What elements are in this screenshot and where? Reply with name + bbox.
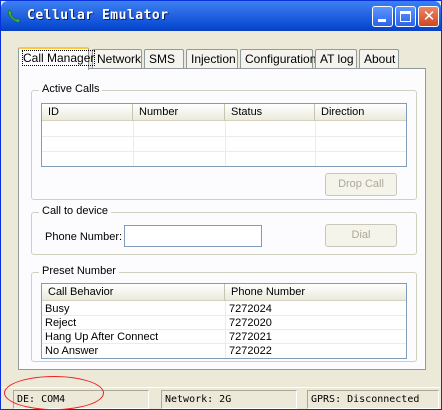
column-header-direction[interactable]: Direction <box>315 104 408 121</box>
close-icon: ✕ <box>422 7 436 25</box>
column-header-id[interactable]: ID <box>42 104 133 121</box>
call-manager-panel: Active Calls ID Number Status Direction … <box>18 68 426 370</box>
phone-number-input[interactable] <box>124 225 262 247</box>
column-header-number[interactable]: Number <box>133 104 225 121</box>
column-header-status[interactable]: Status <box>225 104 315 121</box>
preset-number-cell[interactable]: 7272022 <box>229 344 272 358</box>
tab-configuration[interactable]: Configuration <box>240 49 317 69</box>
tab-call-manager[interactable]: Call Manager <box>18 47 96 70</box>
minimize-icon <box>378 19 386 22</box>
tab-label: Call Manager <box>21 50 96 66</box>
column-header-phone-number[interactable]: Phone Number <box>225 284 408 301</box>
tab-label: SMS <box>149 52 176 66</box>
call-to-device-group: Call to device Phone Number: Dial <box>31 205 417 255</box>
preset-behavior-cell[interactable]: Hang Up After Connect <box>45 330 158 344</box>
grid-line <box>315 121 316 166</box>
tab-label: Network <box>97 52 142 66</box>
tab-label: Configuration <box>245 52 317 66</box>
maximize-button[interactable] <box>395 6 416 27</box>
preset-number-cell[interactable]: 7272024 <box>229 302 272 316</box>
preset-number-header: Call Behavior Phone Number <box>42 284 406 301</box>
tab-about[interactable]: About <box>359 49 399 69</box>
gprs-status: GPRS: Disconnected <box>307 390 439 409</box>
status-bar: DE: COM4 Network: 2G GPRS: Disconnected <box>2 387 440 409</box>
tab-label: About <box>364 52 396 66</box>
preset-number-group: Preset Number Call Behavior Phone Number… <box>31 265 417 362</box>
column-header-call-behavior[interactable]: Call Behavior <box>42 284 225 301</box>
app-window: Cellular Emulator ✕ Call Manager Network… <box>0 0 442 410</box>
preset-behavior-cell[interactable]: Reject <box>45 316 76 330</box>
preset-number-cell[interactable]: 7272020 <box>229 316 272 330</box>
tab-label: Injection <box>191 52 236 66</box>
tab-at-log[interactable]: AT log <box>315 49 357 69</box>
network-status: Network: 2G <box>161 390 297 409</box>
preset-number-title: Preset Number <box>39 265 119 277</box>
preset-behavior-cell[interactable]: Busy <box>45 302 69 316</box>
title-bar[interactable]: Cellular Emulator ✕ <box>1 1 441 31</box>
active-calls-group: Active Calls ID Number Status Direction … <box>31 83 417 200</box>
minimize-button[interactable] <box>372 6 393 27</box>
grid-line <box>42 151 406 152</box>
preset-number-cell[interactable]: 7272021 <box>229 330 272 344</box>
drop-call-button[interactable]: Drop Call <box>325 173 397 196</box>
grid-line <box>133 121 134 166</box>
preset-behavior-cell[interactable]: No Answer <box>45 344 98 358</box>
grid-line <box>42 315 406 316</box>
call-to-device-title: Call to device <box>39 205 112 217</box>
preset-number-table[interactable]: Call Behavior Phone Number Busy 7272024 … <box>41 283 407 359</box>
active-calls-header: ID Number Status Direction <box>42 104 406 121</box>
tab-label: AT log <box>320 52 354 66</box>
tab-sms[interactable]: SMS <box>144 49 184 69</box>
active-calls-table[interactable]: ID Number Status Direction <box>41 103 407 167</box>
maximize-icon <box>400 11 411 22</box>
close-button[interactable]: ✕ <box>418 6 439 27</box>
tab-injection[interactable]: Injection <box>186 49 238 69</box>
device-status: DE: COM4 <box>13 390 149 409</box>
grid-line <box>225 121 226 166</box>
grid-line <box>42 136 406 137</box>
phone-number-label: Phone Number: <box>45 231 123 243</box>
dial-button[interactable]: Dial <box>325 224 397 247</box>
phone-icon <box>7 9 21 23</box>
tab-network[interactable]: Network <box>92 49 142 69</box>
active-calls-title: Active Calls <box>39 83 103 95</box>
window-title: Cellular Emulator <box>27 8 169 23</box>
